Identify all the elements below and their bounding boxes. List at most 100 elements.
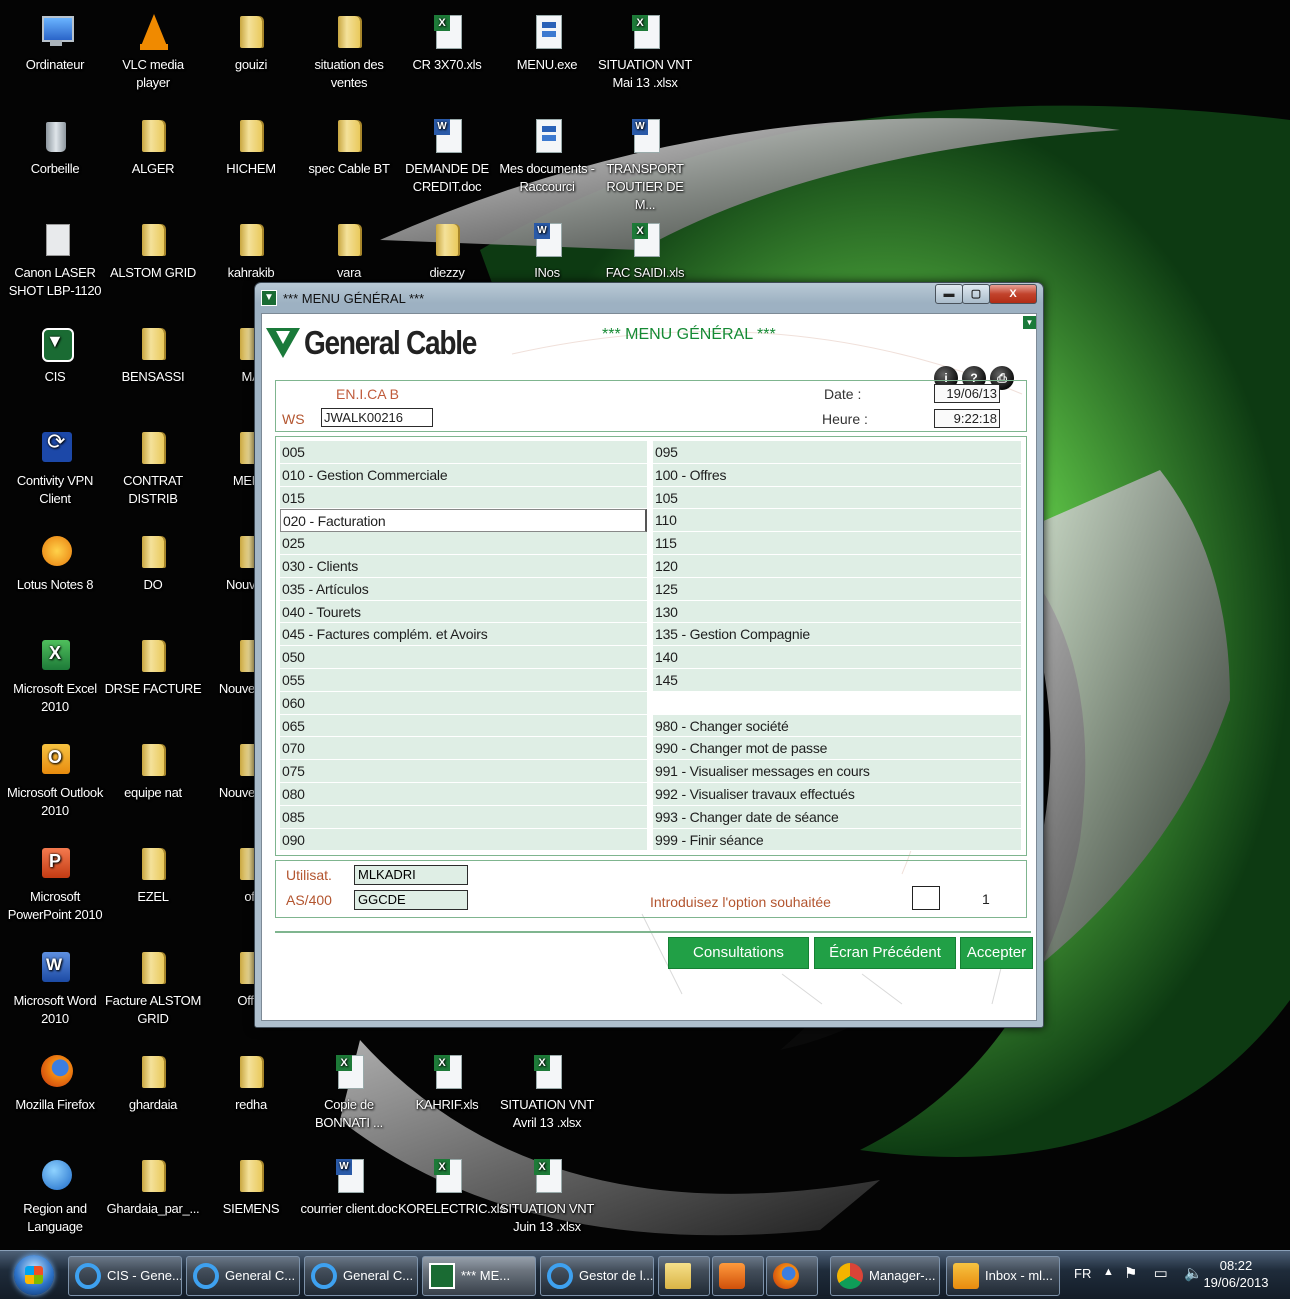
desktop-icon-siemens[interactable]: SIEMENS [202,1156,300,1218]
menu-option-row[interactable]: 015 [280,486,647,510]
desktop-icon-ghardaia-par[interactable]: Ghardaia_par_... [104,1156,202,1218]
desktop-icon-corbeille[interactable]: Corbeille [6,116,104,178]
menu-option-row[interactable]: 991 - Visualiser messages en cours [653,760,1021,783]
menu-option-row[interactable]: 065 [280,714,647,738]
desktop-icon-inos[interactable]: INos [498,220,596,282]
menu-option-row[interactable]: 999 - Finir séance [653,828,1021,852]
desktop-icon-courrier-client[interactable]: courrier client.doc [300,1156,398,1218]
desktop-icon-situation-vnt-juin[interactable]: SITUATION VNT Juin 13 .xlsx [498,1156,596,1236]
desktop-icon-vara[interactable]: vara [300,220,398,282]
menu-option-row[interactable]: 060 [280,691,647,715]
desktop-icon-mes-documents[interactable]: Mes documents - Raccourci [498,116,596,196]
taskbar-item-outlook[interactable]: Inbox - ml... [946,1256,1060,1296]
previous-screen-button[interactable]: Écran Précédent [814,937,956,969]
desktop-icon-gouizi[interactable]: gouizi [202,12,300,74]
clock[interactable]: 08:22 19/06/2013 [1200,1257,1272,1291]
maximize-button[interactable]: ▢ [962,284,990,304]
menu-option-row[interactable]: 045 - Factures complém. et Avoirs [280,623,647,647]
menu-option-row[interactable]: 125 [653,577,1021,601]
desktop-icon-ghardaia[interactable]: ghardaia [104,1052,202,1114]
desktop-icon-transport[interactable]: TRANSPORT ROUTIER DE M... [596,116,694,214]
taskbar-item-general-cable-2[interactable]: General C... [304,1256,418,1296]
taskbar-item-explorer[interactable] [658,1256,710,1296]
desktop-icon-ordinateur[interactable]: Ordinateur [6,12,104,74]
menu-option-row[interactable]: 070 [280,737,647,761]
menu-option-row[interactable]: 992 - Visualiser travaux effectués [653,782,1021,806]
menu-option-row[interactable]: 030 - Clients [280,554,647,578]
desktop-icon-facture-alstom[interactable]: Facture ALSTOM GRID [104,948,202,1028]
menu-option-row[interactable]: 050 [280,646,647,669]
menu-option-row[interactable]: 110 [653,509,1021,533]
menu-option-row[interactable]: 115 [653,532,1021,555]
desktop-icon-word[interactable]: Microsoft Word 2010 [6,948,104,1028]
desktop-icon-copie-bonnati[interactable]: Copie de BONNATI ... [300,1052,398,1132]
menu-option-row[interactable]: 105 [653,486,1021,510]
menu-option-row[interactable]: 075 [280,760,647,783]
taskbar-item-gestor[interactable]: Gestor de l... [540,1256,654,1296]
menu-option-row[interactable]: 140 [653,646,1021,669]
menu-option-row[interactable]: 135 - Gestion Compagnie [653,623,1021,647]
desktop-icon-cis[interactable]: CIS [6,324,104,386]
menu-option-row[interactable]: 120 [653,554,1021,578]
desktop-icon-firefox[interactable]: Mozilla Firefox [6,1052,104,1114]
taskbar-item-menu-general[interactable]: *** ME... [422,1256,536,1296]
desktop-icon-outlook[interactable]: Microsoft Outlook 2010 [6,740,104,820]
consultations-button[interactable]: Consultations [668,937,809,969]
desktop-icon-situation-vnt-mai[interactable]: SITUATION VNT Mai 13 .xlsx [596,12,694,92]
desktop-icon-situation-vnt-avril[interactable]: SITUATION VNT Avril 13 .xlsx [498,1052,596,1132]
desktop-icon-fac-saidi[interactable]: FAC SAIDI.xls [596,220,694,282]
desktop-icon-redha[interactable]: redha [202,1052,300,1114]
desktop-icon-korelectric[interactable]: KORELECTRIC.xls [398,1156,506,1218]
minimize-button[interactable]: ▬ [935,284,963,304]
desktop-icon-lotus-notes[interactable]: Lotus Notes 8 [6,532,104,594]
desktop-icon-kahrakib[interactable]: kahrakib [202,220,300,282]
desktop-icon-hichem[interactable]: HICHEM [202,116,300,178]
desktop-icon-equipe-nat[interactable]: equipe nat [104,740,202,802]
desktop-icon-alstom-grid[interactable]: ALSTOM GRID [104,220,202,282]
show-hidden-icons-button[interactable]: ▲ [1103,1266,1114,1278]
desktop-icon-menu-exe[interactable]: MENU.exe [498,12,596,74]
language-indicator[interactable]: FR [1074,1266,1091,1281]
menu-option-row[interactable]: 145 [653,668,1021,692]
desktop-icon-contrat-distrib[interactable]: CONTRAT DISTRIB [104,428,202,508]
option-input[interactable] [912,886,940,910]
menu-option-row[interactable]: 040 - Tourets [280,600,647,624]
taskbar-item-cis[interactable]: CIS - Gene... [68,1256,182,1296]
menu-option-row[interactable]: 080 [280,782,647,806]
system-tray-icons[interactable]: ⚑ ▭ 🔈 [1124,1264,1209,1282]
menu-option-row[interactable]: 130 [653,600,1021,624]
menu-option-row[interactable]: 085 [280,805,647,829]
menu-option-row[interactable]: 025 [280,532,647,555]
desktop-icon-region-language[interactable]: Region and Language [6,1156,104,1236]
accept-button[interactable]: Accepter [960,937,1033,969]
taskbar-item-chrome[interactable]: Manager-... [830,1256,940,1296]
desktop-icon-contivity-vpn[interactable]: Contivity VPN Client [6,428,104,508]
menu-option-row[interactable]: 020 - Facturation [280,509,647,533]
desktop-icon-canon-printer[interactable]: Canon LASER SHOT LBP-1120 [6,220,104,300]
menu-option-row[interactable]: 010 - Gestion Commerciale [280,463,647,487]
desktop-icon-excel[interactable]: Microsoft Excel 2010 [6,636,104,716]
desktop-icon-do[interactable]: DO [104,532,202,594]
menu-option-row[interactable]: 990 - Changer mot de passe [653,737,1021,761]
desktop-icon-situation-ventes[interactable]: situation des ventes [300,12,398,92]
desktop-icon-vlc[interactable]: VLC media player [104,12,202,92]
desktop-icon-diezzy[interactable]: diezzy [398,220,496,282]
desktop-icon-spec-cable[interactable]: spec Cable BT [300,116,398,178]
menu-option-row[interactable]: 993 - Changer date de séance [653,805,1021,829]
menu-option-row[interactable]: 980 - Changer société [653,714,1021,738]
taskbar-item-media[interactable] [712,1256,764,1296]
menu-option-row[interactable]: 005 [280,441,647,464]
desktop-icon-alger[interactable]: ALGER [104,116,202,178]
menu-option-row[interactable]: 055 [280,668,647,692]
menu-option-row[interactable]: 100 - Offres [653,463,1021,487]
menu-option-row[interactable]: 095 [653,441,1021,464]
desktop-icon-kahrif[interactable]: KAHRIF.xls [398,1052,496,1114]
desktop-icon-powerpoint[interactable]: Microsoft PowerPoint 2010 [6,844,104,924]
menu-option-row[interactable]: 035 - Artículos [280,577,647,601]
desktop-icon-bensassi[interactable]: BENSASSI [104,324,202,386]
taskbar-item-firefox[interactable] [766,1256,818,1296]
desktop-icon-ezel[interactable]: EZEL [104,844,202,906]
taskbar-item-general-cable-1[interactable]: General C... [186,1256,300,1296]
menu-option-row[interactable]: 090 [280,828,647,852]
window-titlebar[interactable]: ▼ *** MENU GÉNÉRAL *** ▬ ▢ X [255,283,1043,313]
